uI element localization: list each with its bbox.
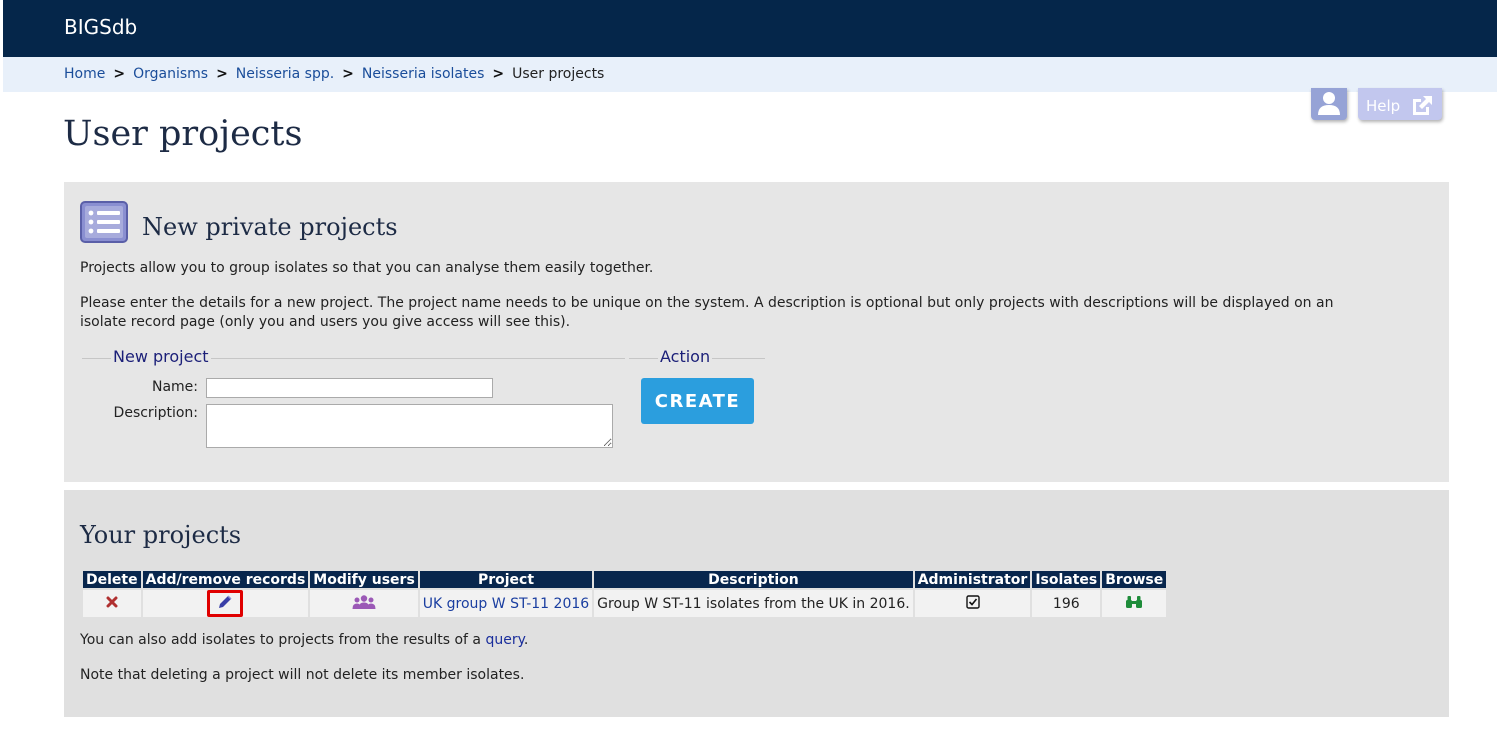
your-projects-heading: Your projects [80, 521, 242, 549]
delete-note: Note that deleting a project will not de… [80, 667, 525, 683]
isolates-count: 196 [1032, 590, 1101, 617]
add-remove-cell [142, 590, 309, 617]
new-project-legend: New project [111, 347, 211, 366]
table-header-row: Delete Add/remove records Modify users P… [83, 571, 1167, 588]
app-brand[interactable]: BIGSdb [64, 15, 137, 39]
users-icon[interactable] [352, 594, 376, 610]
checkbox-checked-icon [965, 594, 980, 609]
page-title: User projects [63, 114, 303, 154]
query-link[interactable]: query [485, 632, 523, 648]
table-row: UK group W ST-11 2016 Group W ST-11 isol… [83, 590, 1167, 617]
name-label: Name: [151, 379, 198, 395]
breadcrumb-neisseria-spp[interactable]: Neisseria spp. [236, 66, 334, 82]
query-note: You can also add isolates to projects fr… [80, 631, 528, 650]
query-note-suffix: . [523, 632, 529, 648]
breadcrumb-current: User projects [512, 66, 605, 82]
new-projects-heading: New private projects [142, 213, 398, 241]
list-icon [80, 201, 128, 243]
browse-cell [1102, 590, 1167, 617]
column-header-isolates: Isolates [1032, 571, 1101, 588]
query-note-text: You can also add isolates to projects fr… [80, 632, 481, 648]
project-name-input[interactable] [206, 378, 493, 398]
instructions-text: Please enter the details for a new proje… [80, 295, 1334, 330]
highlight-box [207, 590, 244, 617]
column-header-description: Description [594, 571, 913, 588]
breadcrumb-separator: > [113, 66, 126, 82]
breadcrumb-separator: > [216, 66, 228, 82]
breadcrumb-separator: > [492, 66, 505, 82]
new-projects-panel: New private projects Projects allow you … [64, 182, 1449, 482]
breadcrumb-home[interactable]: Home [64, 66, 105, 82]
description-label: Description: [113, 405, 198, 421]
project-name-link[interactable]: UK group W ST-11 2016 [419, 590, 593, 617]
cross-icon[interactable] [106, 596, 118, 608]
projects-table: Delete Add/remove records Modify users P… [81, 569, 1168, 619]
project-description: Group W ST-11 isolates from the UK in 20… [594, 590, 913, 617]
help-button[interactable]: Help [1358, 88, 1442, 120]
help-label: Help [1366, 97, 1401, 115]
binoculars-icon[interactable] [1125, 595, 1143, 609]
pencil-icon[interactable] [217, 594, 233, 610]
breadcrumb-organisms[interactable]: Organisms [133, 66, 208, 82]
your-projects-panel: Your projects Delete Add/remove records … [64, 490, 1449, 717]
column-header-add-remove: Add/remove records [142, 571, 309, 588]
delete-cell [83, 590, 141, 617]
column-header-administrator: Administrator [914, 571, 1031, 588]
column-header-modify-users: Modify users [310, 571, 418, 588]
project-description-input[interactable] [206, 404, 613, 448]
top-header: BIGSdb [3, 0, 1497, 57]
breadcrumb: Home > Organisms > Neisseria spp. > Neisseria … [64, 66, 604, 82]
action-legend: Action [658, 347, 713, 366]
create-button[interactable]: CREATE [641, 378, 754, 424]
external-link-icon [1413, 96, 1432, 115]
column-header-project: Project [419, 571, 593, 588]
intro-text: Projects allow you to group isolates so … [80, 260, 654, 276]
breadcrumb-neisseria-isolates[interactable]: Neisseria isolates [362, 66, 484, 82]
user-account-button[interactable] [1311, 88, 1347, 120]
breadcrumb-separator: > [342, 66, 354, 82]
breadcrumb-bar: Home > Organisms > Neisseria spp. > Neisseria … [3, 57, 1497, 92]
column-header-delete: Delete [83, 571, 141, 588]
column-header-browse: Browse [1102, 571, 1167, 588]
modify-users-cell [310, 590, 418, 617]
administrator-cell [914, 590, 1031, 617]
user-icon [1318, 92, 1340, 115]
